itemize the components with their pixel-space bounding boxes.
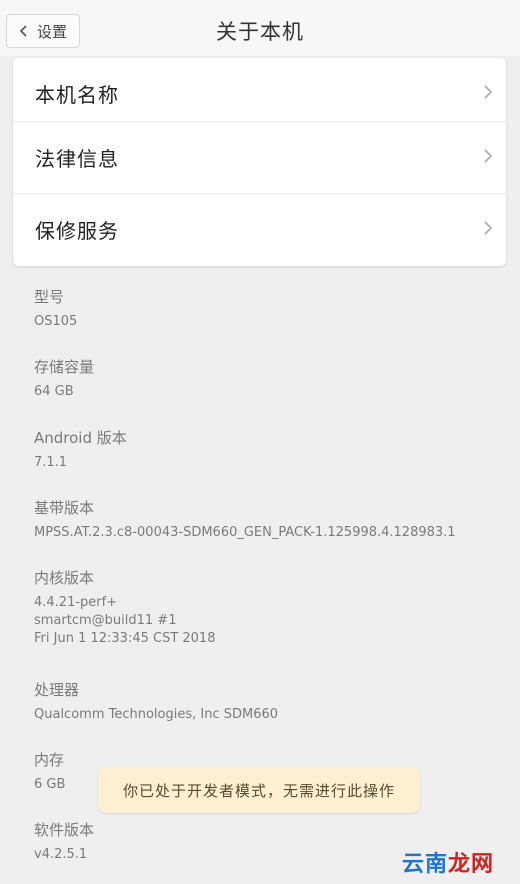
watermark-part1: 云南 <box>401 852 448 877</box>
menu-item-legal-info[interactable]: 法律信息 <box>13 122 506 192</box>
info-label: 型号 <box>34 288 65 306</box>
kernel-line: Fri Jun 1 12:33:45 CST 2018 <box>34 631 216 646</box>
info-label: 基带版本 <box>34 499 95 517</box>
info-kernel-version: 内核版本 4.4.21-perf+ smartcm@build11 #1 Fri… <box>34 568 500 648</box>
kernel-line: smartcm@build11 #1 <box>34 613 177 628</box>
chevron-right-icon <box>484 149 493 163</box>
menu-item-label: 保修服务 <box>35 218 119 243</box>
page-title: 关于本机 <box>216 20 304 44</box>
info-model: 型号 OS105 <box>34 287 500 331</box>
toast-message: 你已处于开发者模式，无需进行此操作 <box>98 767 420 813</box>
watermark: 云南龙网 <box>402 846 494 878</box>
info-label: 软件版本 <box>34 821 95 839</box>
info-label: 存储容量 <box>34 358 95 376</box>
info-baseband-version: 基带版本 MPSS.AT.2.3.c8-00043-SDM660_GEN_PAC… <box>34 498 500 542</box>
info-value: 64 GB <box>34 384 74 399</box>
info-value: 7.1.1 <box>34 455 68 470</box>
info-label: Android 版本 <box>34 429 127 447</box>
info-label: 处理器 <box>34 681 80 699</box>
info-label: 内核版本 <box>34 569 95 587</box>
info-storage: 存储容量 64 GB <box>34 357 500 401</box>
menu-item-label: 法律信息 <box>35 146 119 171</box>
info-processor: 处理器 Qualcomm Technologies, Inc SDM660 <box>34 680 500 724</box>
info-value: Qualcomm Technologies, Inc SDM660 <box>34 707 279 722</box>
kernel-line: 4.4.21-perf+ <box>34 595 118 610</box>
chevron-right-icon <box>484 85 493 99</box>
settings-menu-card: 本机名称 法律信息 保修服务 <box>13 58 506 266</box>
info-android-version[interactable]: Android 版本 7.1.1 <box>34 428 500 472</box>
menu-item-warranty-service[interactable]: 保修服务 <box>13 194 506 264</box>
nav-header: 设置 关于本机 <box>0 6 520 56</box>
info-value: OS105 <box>34 314 78 329</box>
chevron-right-icon <box>484 221 493 235</box>
menu-item-device-name[interactable]: 本机名称 <box>13 58 506 128</box>
info-value-multiline: 4.4.21-perf+ smartcm@build11 #1 Fri Jun … <box>34 594 500 648</box>
info-value: MPSS.AT.2.3.c8-00043-SDM660_GEN_PACK-1.1… <box>34 525 456 540</box>
menu-item-label: 本机名称 <box>35 82 119 107</box>
watermark-part2: 龙网 <box>447 852 494 877</box>
